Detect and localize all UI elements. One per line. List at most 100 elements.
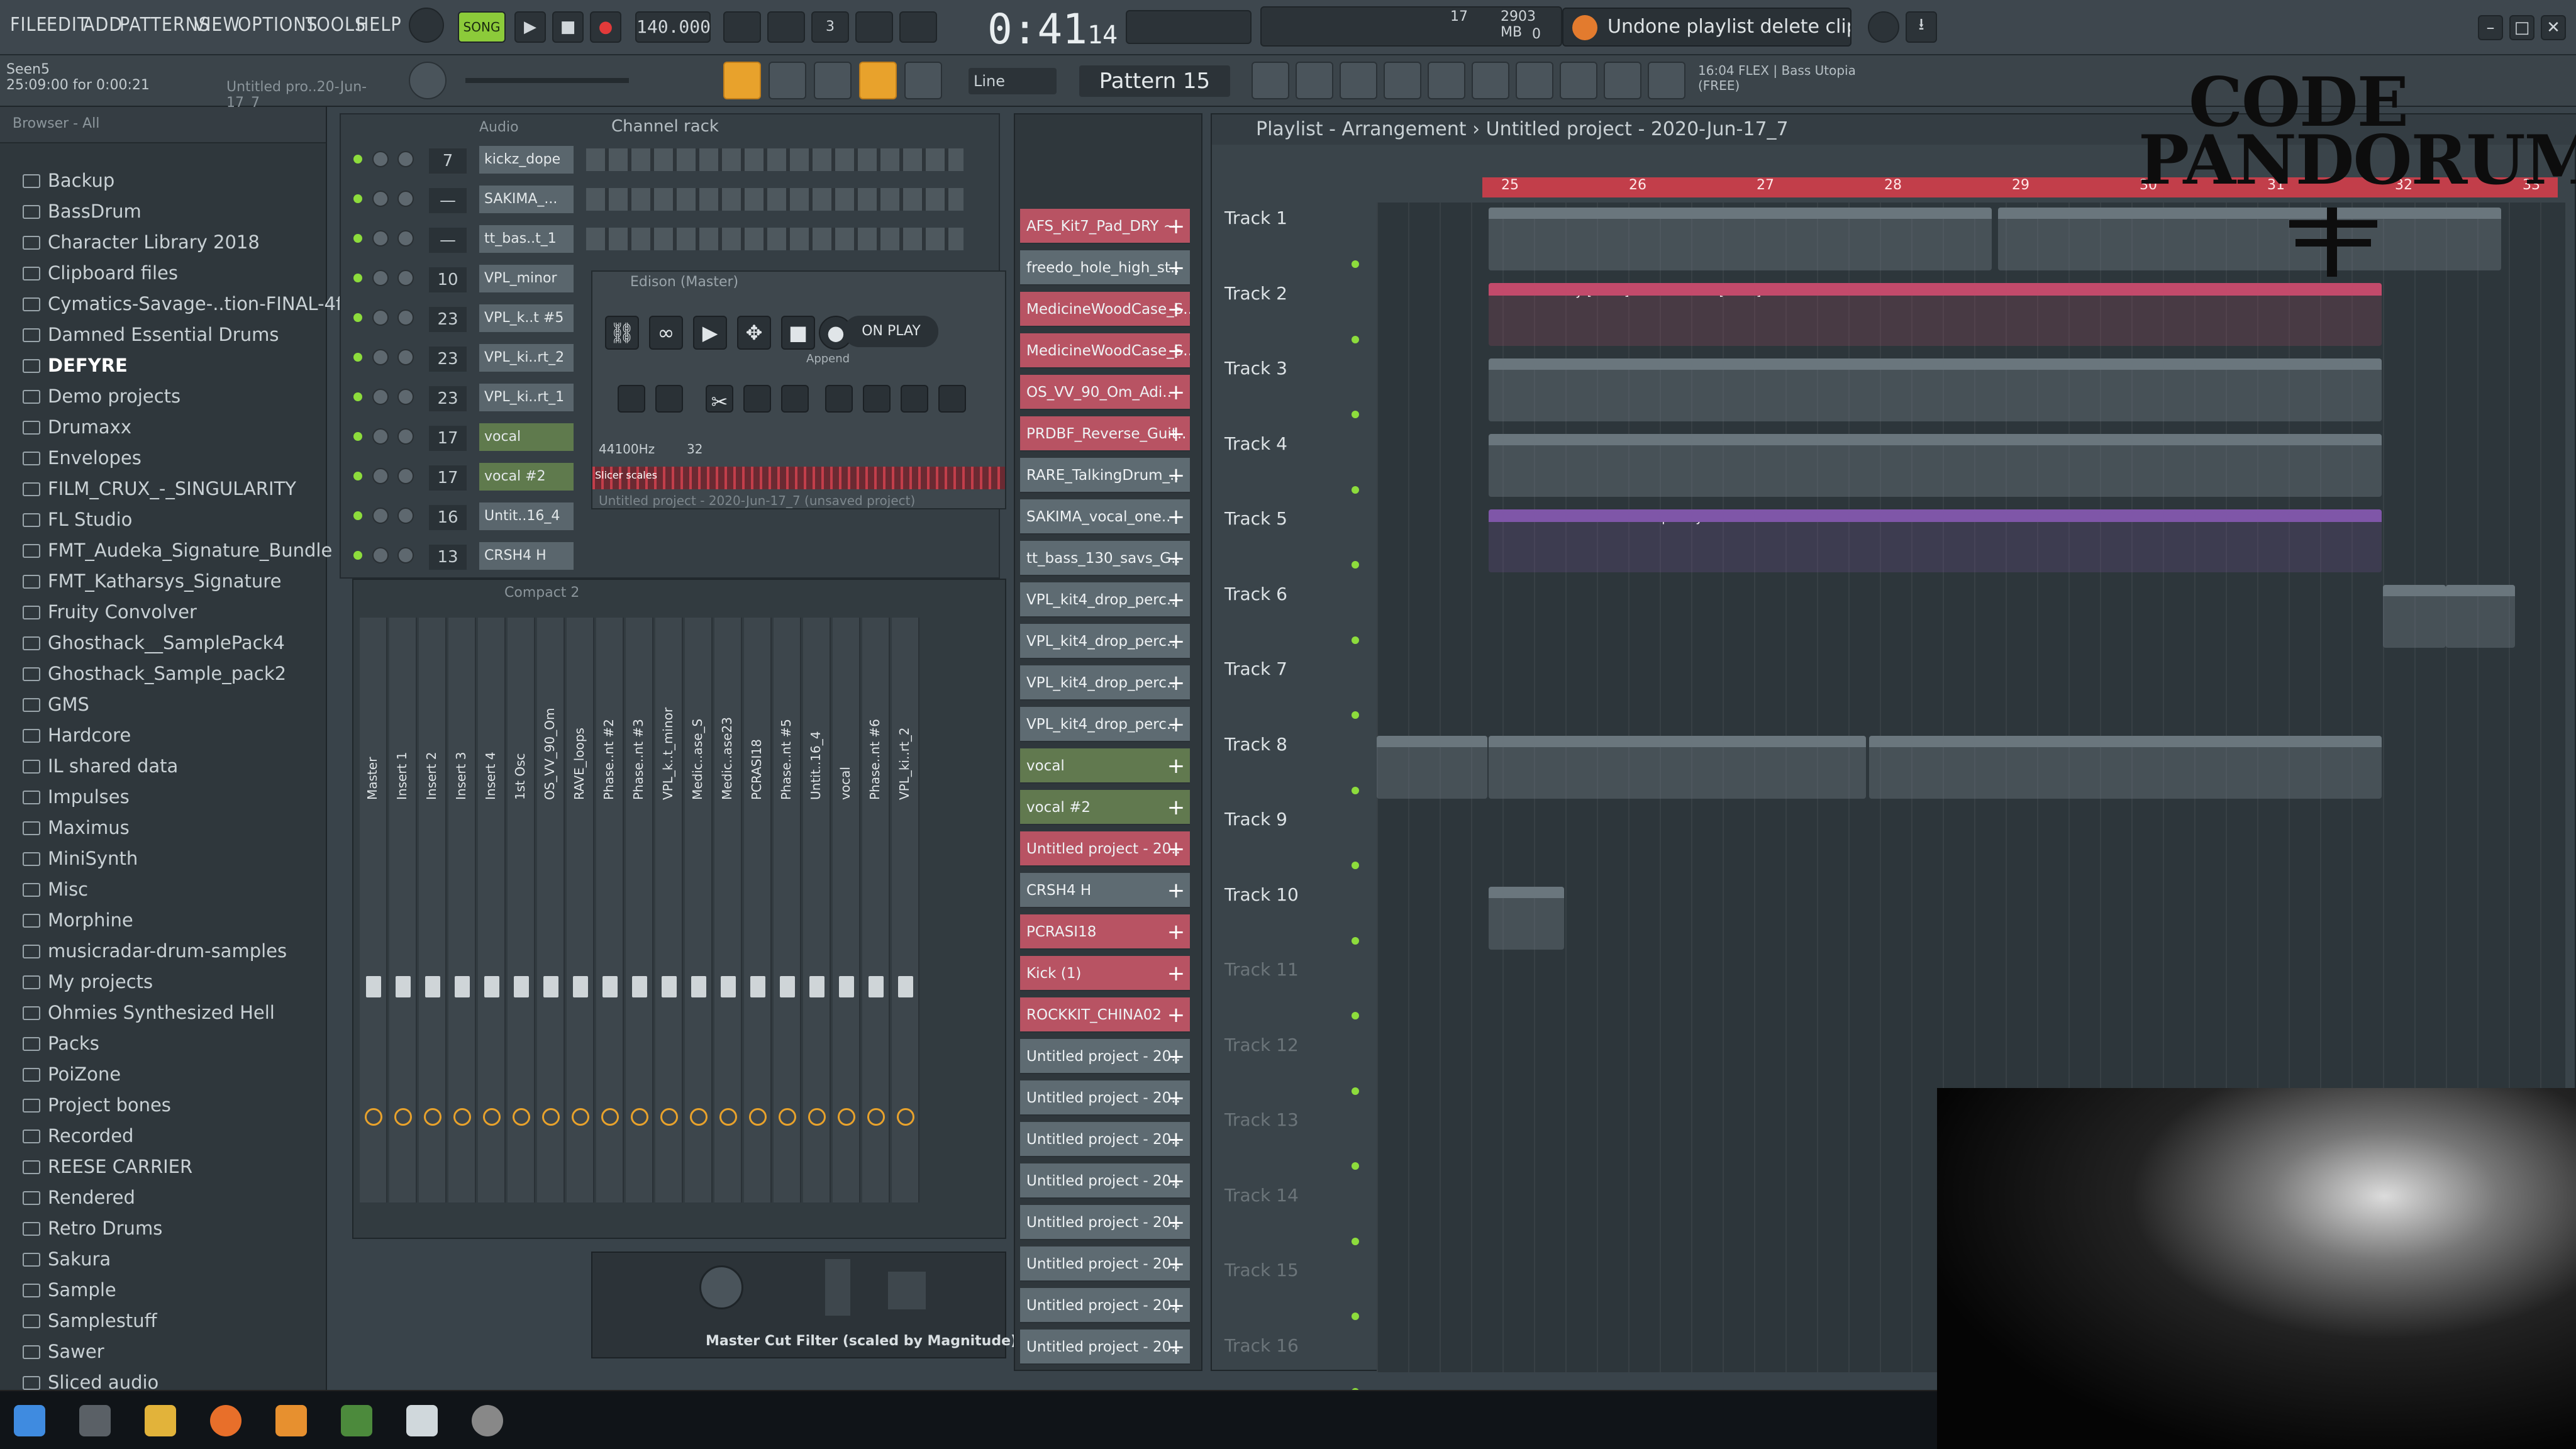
pan-knob[interactable] (372, 468, 389, 484)
mixer-pan-knob[interactable] (572, 1108, 589, 1126)
track-header[interactable]: Track 15 (1224, 1260, 1363, 1280)
play-icon[interactable]: ▶ (514, 11, 546, 43)
browser-icon[interactable] (1428, 62, 1465, 99)
plus-icon[interactable]: + (1165, 1163, 1187, 1197)
mixer-strip[interactable]: OS_VV_90_Om (537, 618, 565, 1202)
plus-icon[interactable]: + (1165, 624, 1187, 658)
pan-knob[interactable] (372, 547, 389, 564)
track-header[interactable]: Track 6 (1224, 584, 1363, 604)
plus-icon[interactable]: + (1165, 333, 1187, 367)
mixer-strip[interactable]: vocal (833, 618, 860, 1202)
channel-mixer-track[interactable]: 13 (429, 545, 467, 570)
browser-item[interactable]: Drumaxx (23, 416, 131, 438)
plus-icon[interactable]: + (1165, 1330, 1187, 1363)
browser-item[interactable]: REESE CARRIER (23, 1156, 192, 1177)
scope-icon[interactable] (888, 1272, 926, 1309)
metronome-icon[interactable] (723, 11, 761, 43)
picker-item[interactable]: Untitled project - 20.. + (1020, 1163, 1190, 1199)
channel-mixer-track[interactable]: 23 (429, 386, 467, 411)
mixer-pan-knob[interactable] (808, 1108, 826, 1126)
stop-icon[interactable]: ■ (552, 11, 584, 43)
maximize-icon[interactable]: □ (2509, 15, 2534, 40)
fl-studio-icon[interactable] (275, 1405, 307, 1436)
pan-knob[interactable] (372, 428, 389, 445)
picker-item[interactable]: Untitled project - 20.. + (1020, 1205, 1190, 1240)
picker-item[interactable]: tt_bass_130_savs_G.. + (1020, 541, 1190, 576)
browser-item[interactable]: IL shared data (23, 755, 178, 777)
picker-item[interactable]: vocal #2 + (1020, 790, 1190, 825)
mixer-fader[interactable] (602, 976, 618, 997)
close-icon[interactable]: ✕ (2541, 15, 2566, 40)
picker-item[interactable]: PRDBF_Reverse_Guit.. + (1020, 416, 1190, 452)
channel-led[interactable] (353, 551, 362, 560)
mixer-strip[interactable]: Phase..nt #6 (862, 618, 890, 1202)
song-mode-button[interactable]: SONG (458, 11, 506, 43)
picker-item[interactable]: OS_VV_90_Om_Adi.. + (1020, 375, 1190, 410)
channel-mixer-track[interactable]: — (429, 188, 467, 213)
track-led[interactable] (1352, 1012, 1359, 1019)
wrench-icon[interactable] (743, 385, 771, 413)
channel-led[interactable] (353, 353, 362, 362)
track-header[interactable]: Track 1 (1224, 208, 1363, 228)
picker-item[interactable]: Kick (1) + (1020, 956, 1190, 991)
channel-mixer-track[interactable]: 10 (429, 267, 467, 292)
browser-item[interactable]: FMT_Katharsys_Signature (23, 570, 281, 592)
channel-name[interactable]: SAKIMA_... (479, 186, 574, 213)
picker-item[interactable]: VPL_kit4_drop_perc.. + (1020, 707, 1190, 742)
channel-name[interactable]: kickz_dope (479, 146, 574, 174)
stop-icon[interactable]: ■ (781, 316, 815, 350)
mixer-fader[interactable] (809, 976, 824, 997)
channel-row[interactable]: — SAKIMA_... (347, 182, 995, 217)
browser-item[interactable]: BassDrum (23, 201, 142, 222)
menu-edit[interactable]: EDIT (47, 14, 88, 36)
mixer-fader[interactable] (573, 976, 588, 997)
mixer-pan-knob[interactable] (690, 1108, 708, 1126)
mixer-pan-knob[interactable] (513, 1108, 530, 1126)
picker-item[interactable]: MedicineWoodCase_S.. + (1020, 333, 1190, 369)
mixer-pan-knob[interactable] (897, 1108, 914, 1126)
mixer-fader[interactable] (514, 976, 529, 997)
plus-icon[interactable]: + (1165, 1080, 1187, 1114)
channel-row[interactable]: — tt_bas..t_1 (347, 221, 995, 257)
edison-waveform[interactable]: Slicer scales (592, 467, 1005, 489)
output-icon[interactable] (1648, 62, 1685, 99)
on-play-select[interactable]: ON PLAY (844, 316, 938, 347)
browser-item[interactable]: My projects (23, 971, 153, 992)
track-led[interactable] (1352, 1087, 1359, 1095)
plus-icon[interactable]: + (1165, 790, 1187, 824)
master-volume-knob[interactable] (409, 62, 447, 99)
stamp-icon[interactable] (904, 62, 942, 99)
track-led[interactable] (1352, 1162, 1359, 1170)
mixer-strip[interactable]: Insert 4 (478, 618, 506, 1202)
channel-mixer-track[interactable]: — (429, 228, 467, 253)
volume-knob[interactable] (397, 349, 414, 365)
mic-icon[interactable] (1516, 62, 1553, 99)
link-icon[interactable]: ⛓ (605, 316, 639, 350)
channel-name[interactable]: tt_bas..t_1 (479, 225, 574, 253)
track-led[interactable] (1352, 486, 1359, 494)
track-header[interactable]: Track 5 (1224, 508, 1363, 529)
mixer-pan-knob[interactable] (483, 1108, 501, 1126)
gain-knob[interactable] (699, 1265, 743, 1309)
mixer-fader[interactable] (691, 976, 706, 997)
mixer-pan-knob[interactable] (542, 1108, 560, 1126)
mixer-strip[interactable]: 1st Osc (508, 618, 535, 1202)
obs-icon[interactable] (472, 1405, 503, 1436)
channel-mixer-track[interactable]: 23 (429, 307, 467, 332)
track-header[interactable]: Track 9 (1224, 809, 1363, 830)
mixer-pan-knob[interactable] (719, 1108, 737, 1126)
channel-rack-icon[interactable] (1340, 62, 1377, 99)
browser-item[interactable]: PoiZone (23, 1063, 121, 1085)
loop-record-icon[interactable] (899, 11, 937, 43)
record-icon[interactable]: ● (590, 11, 621, 43)
channel-name[interactable]: VPL_k..t #5 (479, 304, 574, 332)
channel-name[interactable]: CRSH4 H (479, 542, 574, 570)
volume-knob[interactable] (397, 389, 414, 405)
track-led[interactable] (1352, 636, 1359, 644)
browser-item[interactable]: Project bones (23, 1094, 171, 1116)
channel-name[interactable]: VPL_minor (479, 265, 574, 292)
mixer-pan-knob[interactable] (867, 1108, 885, 1126)
track-led[interactable] (1352, 1313, 1359, 1320)
track-header[interactable]: Track 10 (1224, 884, 1363, 905)
picker-item[interactable]: Untitled project - 20.. + (1020, 831, 1190, 867)
